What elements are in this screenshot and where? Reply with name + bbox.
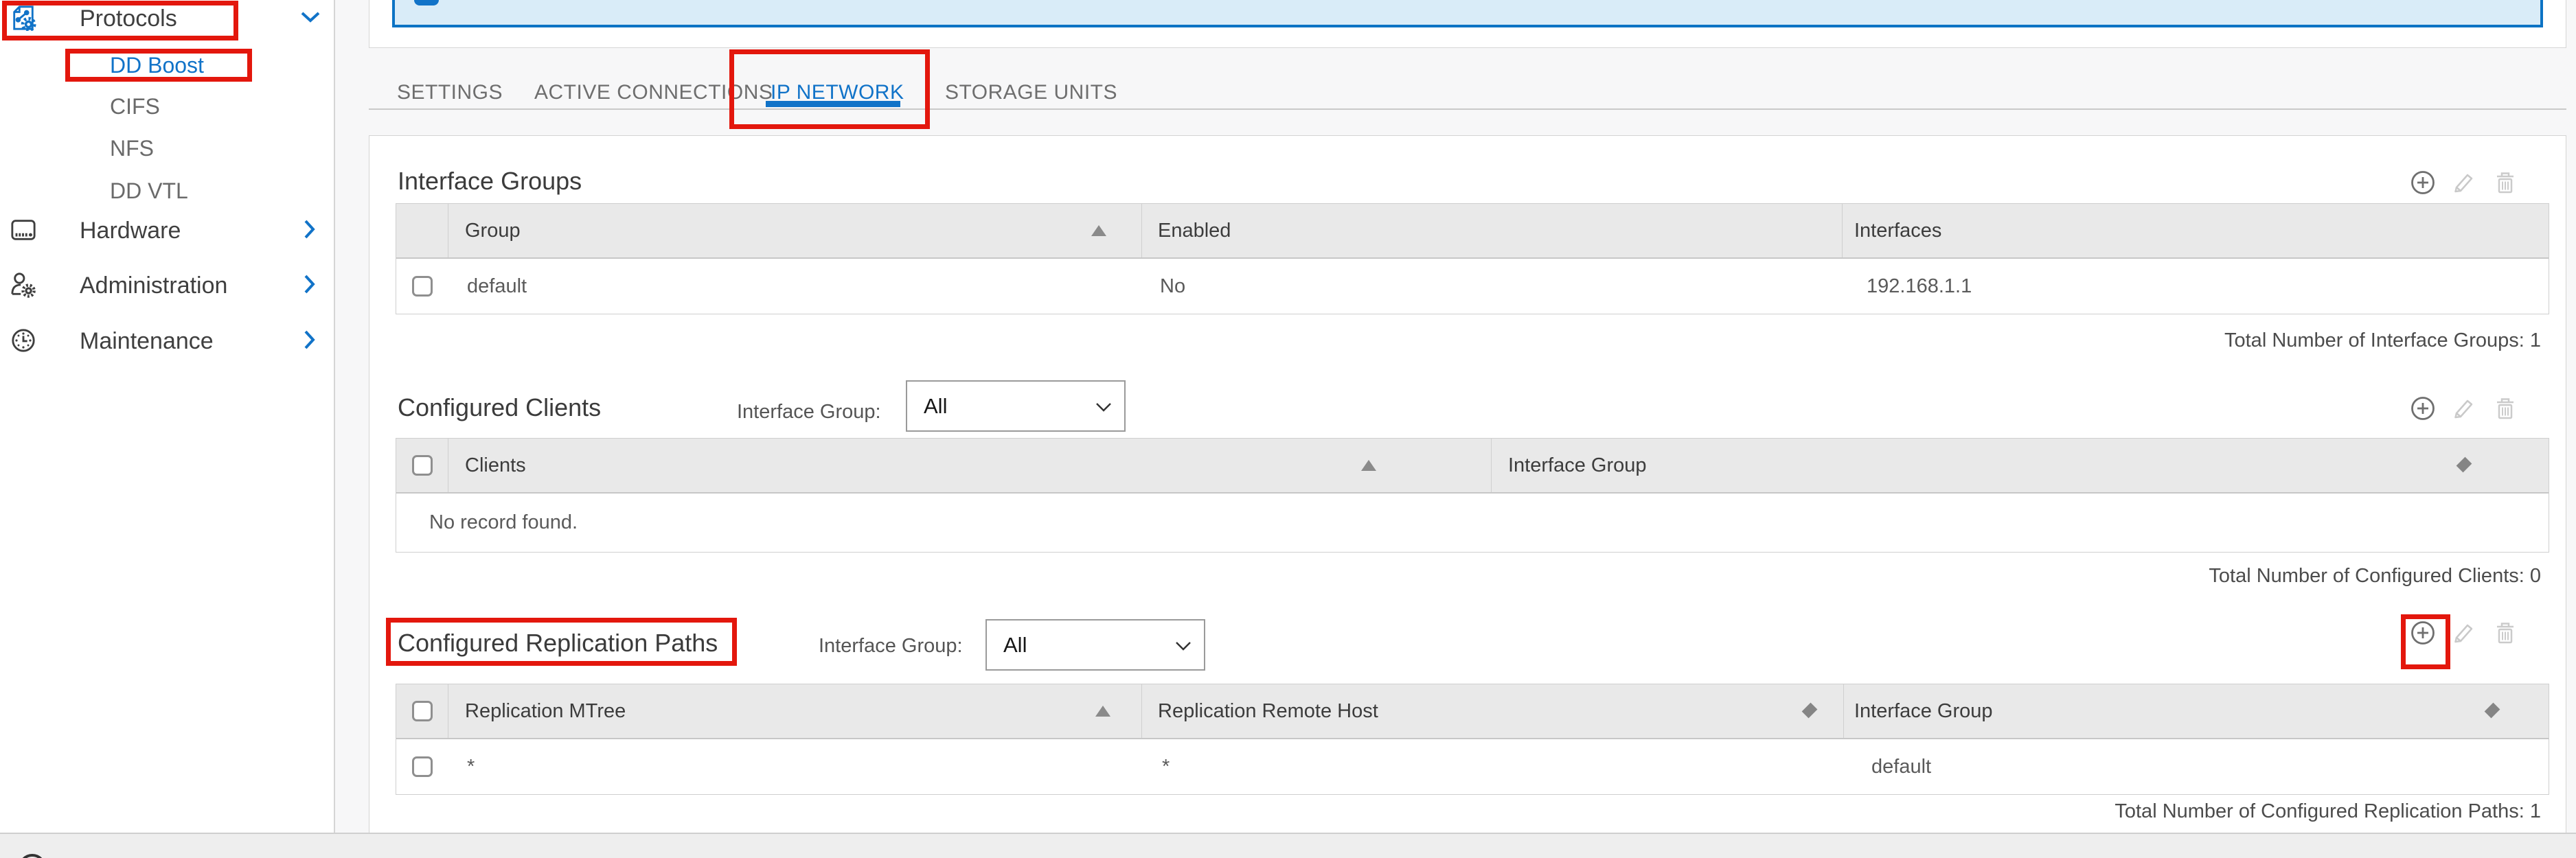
table-row: default No 192.168.1.1: [396, 259, 2549, 314]
sort-icon[interactable]: [2457, 457, 2472, 473]
cell-remote-host: *: [1162, 739, 1170, 794]
empty-row: No record found.: [396, 494, 2549, 552]
column-header-group[interactable]: Group: [465, 204, 521, 257]
sidebar-item-maintenance[interactable]: Maintenance: [80, 327, 214, 355]
tab-settings[interactable]: SETTINGS: [397, 81, 503, 104]
add-icon[interactable]: [2410, 170, 2435, 195]
table-header: Replication MTree Replication Remote Hos…: [396, 684, 2549, 739]
sidebar-nav: Protocols DD Boost CIFS NFS DD VTL Hardw…: [0, 0, 335, 833]
cell-enabled: No: [1160, 259, 1185, 314]
configured-clients-title: Configured Clients: [398, 393, 601, 423]
active-tab-underline: [766, 101, 900, 107]
empty-message: No record found.: [429, 494, 578, 552]
sort-ascending-icon[interactable]: [1095, 706, 1110, 717]
interface-groups-table: Group Enabled Interfaces default No 192.…: [396, 203, 2549, 314]
select-all-checkbox[interactable]: [412, 455, 433, 476]
configured-clients-actions: [2410, 396, 2518, 421]
tab-storage-units[interactable]: STORAGE UNITS: [945, 81, 1117, 104]
interface-groups-actions: [2410, 170, 2518, 195]
chevron-right-icon[interactable]: [304, 330, 316, 353]
cell-interface-group: default: [1871, 739, 1931, 794]
info-banner-card: [369, 0, 2566, 48]
selected-option: All: [924, 382, 947, 430]
sidebar-item-nfs[interactable]: NFS: [110, 135, 154, 161]
replication-paths-actions: [2410, 621, 2518, 645]
ip-network-panel: Interface Groups Group: [369, 135, 2566, 834]
column-header-remote-host[interactable]: Replication Remote Host: [1158, 684, 1378, 738]
configured-clients-total: Total Number of Configured Clients: 0: [1923, 565, 2541, 588]
column-header-interfaces[interactable]: Interfaces: [1854, 204, 1941, 257]
sidebar-item-administration[interactable]: Administration: [80, 272, 227, 299]
delete-icon[interactable]: [2493, 170, 2518, 195]
chevron-right-icon[interactable]: [304, 220, 316, 242]
sidebar-item-protocols[interactable]: Protocols: [80, 5, 177, 32]
interface-group-select[interactable]: All: [906, 380, 1126, 432]
chevron-down-icon[interactable]: [301, 11, 320, 27]
row-checkbox[interactable]: [412, 756, 433, 777]
sort-icon[interactable]: [1802, 703, 1818, 719]
interface-group-filter-label: Interface Group:: [737, 400, 881, 424]
interface-group-filter-label: Interface Group:: [819, 634, 963, 658]
table-header: Group Enabled Interfaces: [396, 204, 2549, 259]
add-icon[interactable]: [2410, 396, 2435, 421]
table-header: Clients Interface Group: [396, 439, 2549, 494]
replication-paths-table: Replication MTree Replication Remote Hos…: [396, 684, 2549, 795]
sidebar-item-dd-boost[interactable]: DD Boost: [110, 52, 204, 78]
sidebar-item-dd-vtl[interactable]: DD VTL: [110, 178, 188, 204]
add-replication-path-icon[interactable]: [2410, 621, 2435, 645]
column-header-interface-group[interactable]: Interface Group: [1508, 439, 1647, 492]
configured-clients-table: Clients Interface Group No record found.: [396, 438, 2549, 553]
interface-group-select[interactable]: All: [985, 619, 1205, 671]
column-header-interface-group[interactable]: Interface Group: [1854, 684, 1993, 738]
sidebar-item-hardware[interactable]: Hardware: [80, 217, 181, 244]
replication-paths-total: Total Number of Configured Replication P…: [1923, 800, 2541, 823]
column-header-enabled[interactable]: Enabled: [1158, 204, 1231, 257]
table-row: * * default: [396, 739, 2549, 794]
cell-replication-mtree: *: [467, 739, 475, 794]
edit-icon[interactable]: [2452, 396, 2476, 421]
administration-icon: [10, 272, 37, 301]
selected-option: All: [1003, 621, 1027, 669]
column-header-replication-mtree[interactable]: Replication MTree: [465, 684, 626, 738]
footer-bar: [0, 833, 2576, 858]
interface-groups-total: Total Number of Interface Groups: 1: [1923, 329, 2541, 352]
interface-groups-title: Interface Groups: [398, 166, 582, 196]
select-chevron-icon: [1095, 402, 1112, 412]
row-checkbox[interactable]: [412, 276, 433, 297]
sort-icon[interactable]: [2485, 703, 2500, 719]
maintenance-icon: [10, 327, 37, 357]
replication-paths-title: Configured Replication Paths: [398, 628, 718, 658]
delete-icon[interactable]: [2493, 621, 2518, 645]
sidebar-item-cifs[interactable]: CIFS: [110, 93, 160, 119]
protocols-icon: [10, 5, 36, 31]
delete-icon[interactable]: [2493, 396, 2518, 421]
sort-ascending-icon[interactable]: [1091, 225, 1106, 236]
cell-interfaces: 192.168.1.1: [1867, 259, 1972, 314]
sort-ascending-icon[interactable]: [1361, 460, 1376, 471]
column-header-clients[interactable]: Clients: [465, 439, 526, 492]
info-banner: [392, 0, 2543, 27]
tab-active-connections[interactable]: ACTIVE CONNECTIONS: [534, 81, 773, 104]
select-all-checkbox[interactable]: [412, 701, 433, 721]
select-chevron-icon: [1175, 641, 1192, 651]
info-icon: [414, 0, 439, 5]
chevron-right-icon[interactable]: [304, 275, 316, 297]
cell-group: default: [467, 259, 527, 314]
edit-icon[interactable]: [2452, 621, 2476, 645]
dd-system-manager-screen: Protocols DD Boost CIFS NFS DD VTL Hardw…: [0, 0, 2576, 858]
edit-icon[interactable]: [2452, 170, 2476, 195]
tab-divider: [369, 108, 2566, 110]
hardware-icon: [10, 217, 37, 246]
